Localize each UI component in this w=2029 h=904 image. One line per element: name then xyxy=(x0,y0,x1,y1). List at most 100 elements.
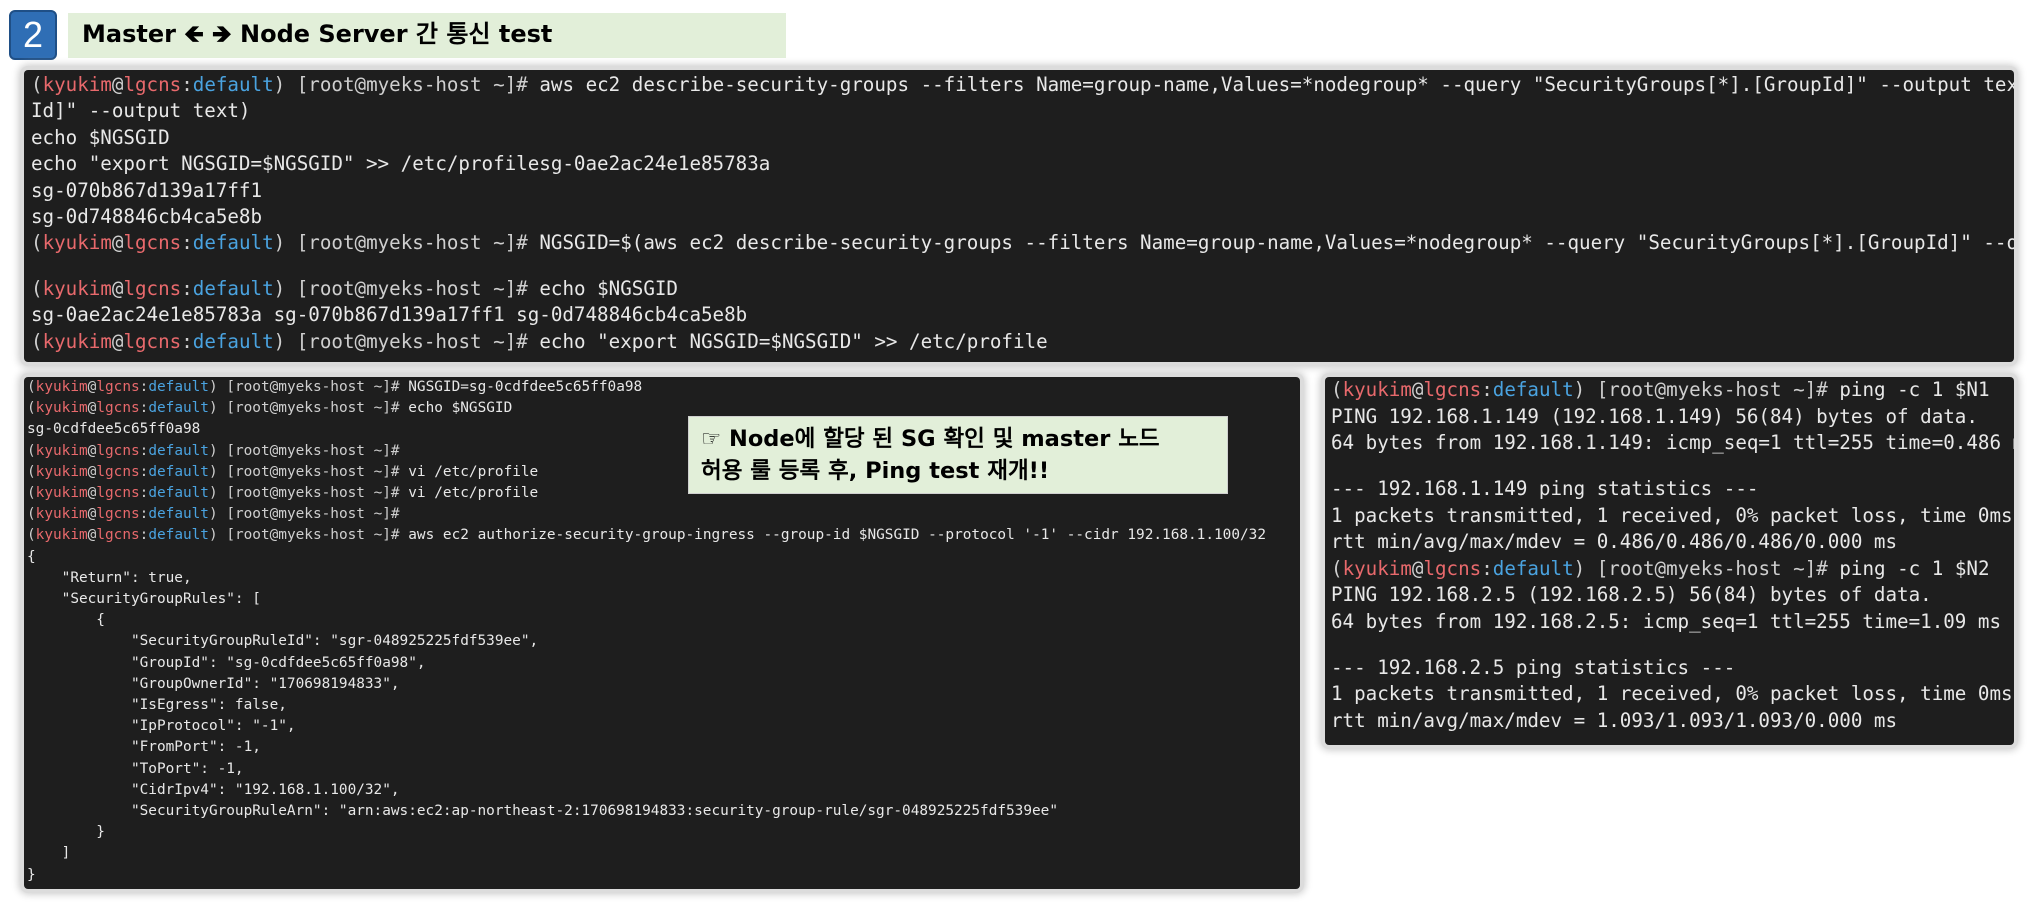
terminal-output-line: sg-0ae2ac24e1e85783a sg-070b867d139a17ff… xyxy=(31,303,748,327)
slide-title: Master 🡸 🡺 Node Server 간 통신 test xyxy=(68,13,786,58)
prompt-profile: default xyxy=(192,231,274,255)
terminal-output-line: "FromPort": -1, xyxy=(27,739,261,756)
prompt-close: ) xyxy=(273,277,286,301)
prompt-host: lgcns xyxy=(96,463,140,480)
terminal-output-line: { xyxy=(27,548,36,565)
prompt-user: kyukim xyxy=(35,527,88,544)
prompt-close: ) xyxy=(208,442,218,459)
prompt-open-paren: ( xyxy=(27,463,36,480)
prompt-user: kyukim xyxy=(42,231,112,255)
prompt-user: kyukim xyxy=(35,506,88,523)
prompt-profile: default xyxy=(1492,378,1574,401)
terminal-security-group-query[interactable]: (kyukim@lgcns:default) [root@myeks-host … xyxy=(24,70,2014,362)
callout-line-1: ☞ Node에 할당 된 SG 확인 및 master 노드 xyxy=(701,426,1160,452)
prompt-at: @ xyxy=(111,231,124,255)
prompt-shell: [root@myeks-host ~]# xyxy=(285,231,540,255)
prompt-colon: : xyxy=(181,329,193,353)
prompt-host: lgcns xyxy=(96,506,140,523)
prompt-profile: default xyxy=(148,463,209,480)
terminal-output-line: "IsEgress": false, xyxy=(27,697,287,714)
terminal-output-line xyxy=(1331,636,2014,655)
prompt-shell: [root@myeks-host ~]# xyxy=(1585,378,1840,401)
prompt-profile: default xyxy=(192,329,274,353)
prompt-open-paren: ( xyxy=(27,527,36,544)
terminal-command: echo "export NGSGID=$NGSGID" >> /etc/pro… xyxy=(539,329,1048,353)
prompt-profile: default xyxy=(192,277,274,301)
terminal-ping-test[interactable]: (kyukim@lgcns:default) [root@myeks-host … xyxy=(1325,377,2014,745)
terminal-prompt-line: (kyukim@lgcns:default) [root@myeks-host … xyxy=(31,276,2014,302)
terminal-output-line: "ToPort": -1, xyxy=(27,760,244,777)
terminal-command: NGSGID=$(aws ec2 describe-security-group… xyxy=(539,231,2014,255)
prompt-profile: default xyxy=(148,442,209,459)
prompt-close: ) xyxy=(273,73,286,96)
prompt-host: lgcns xyxy=(1423,556,1482,580)
prompt-close: ) xyxy=(273,329,286,353)
terminal-output-line: "GroupId": "sg-0cdfdee5c65ff0a98", xyxy=(27,654,426,671)
prompt-user: kyukim xyxy=(35,463,88,480)
terminal-output-line: Id]" --output text) xyxy=(31,99,251,123)
terminal-output-line: echo $NGSGID xyxy=(31,125,170,149)
terminal-output-line: 1 packets transmitted, 1 received, 0% pa… xyxy=(1331,503,2013,527)
prompt-colon: : xyxy=(1481,378,1493,401)
prompt-close: ) xyxy=(208,506,218,523)
prompt-open-paren: ( xyxy=(1331,378,1343,401)
prompt-open-paren: ( xyxy=(31,277,43,301)
prompt-shell: [root@myeks-host ~]# xyxy=(217,463,409,480)
terminal-output-line: sg-0d748846cb4ca5e8b xyxy=(31,205,263,229)
prompt-colon: : xyxy=(1481,556,1493,580)
prompt-profile: default xyxy=(148,485,209,502)
terminal-command: echo $NGSGID xyxy=(539,277,678,301)
terminal-command: vi /etc/profile xyxy=(408,485,539,502)
prompt-shell: [root@myeks-host ~]# xyxy=(285,277,540,301)
callout-line-2: 허용 룰 등록 후, Ping test 재개!! xyxy=(701,458,1050,484)
prompt-open-paren: ( xyxy=(31,329,43,353)
prompt-host: lgcns xyxy=(123,231,182,255)
prompt-host: lgcns xyxy=(123,329,182,353)
prompt-at: @ xyxy=(1411,556,1424,580)
prompt-user: kyukim xyxy=(35,400,88,417)
prompt-shell: [root@myeks-host ~]# xyxy=(217,400,409,417)
terminal-output-line: } xyxy=(27,866,36,883)
prompt-close: ) xyxy=(208,400,218,417)
prompt-open-paren: ( xyxy=(31,73,43,96)
prompt-open-paren: ( xyxy=(1331,556,1343,580)
terminal-output-line: } xyxy=(27,824,105,841)
terminal-command: ping -c 1 $N1 xyxy=(1839,378,1990,401)
prompt-open-paren: ( xyxy=(27,442,36,459)
terminal-output-line: "SecurityGroupRuleArn": "arn:aws:ec2:ap-… xyxy=(27,803,1059,820)
terminal-prompt-line: (kyukim@lgcns:default) [root@myeks-host … xyxy=(31,329,2014,355)
terminal-output-line: { xyxy=(27,612,105,629)
prompt-shell: [root@myeks-host ~]# xyxy=(217,506,409,523)
prompt-profile: default xyxy=(148,379,209,395)
terminal-output-line: "Return": true, xyxy=(27,569,192,586)
prompt-shell: [root@myeks-host ~]# xyxy=(1585,556,1840,580)
terminal-command: vi /etc/profile xyxy=(408,463,539,480)
prompt-host: lgcns xyxy=(123,73,182,96)
terminal-prompt-line: (kyukim@lgcns:default) [root@myeks-host … xyxy=(27,377,1300,398)
terminal-prompt-line: (kyukim@lgcns:default) [root@myeks-host … xyxy=(27,525,1300,546)
terminal-prompt-line: (kyukim@lgcns:default) [root@myeks-host … xyxy=(1331,377,2014,404)
terminal-prompt-line: (kyukim@lgcns:default) [root@myeks-host … xyxy=(31,230,2014,256)
prompt-user: kyukim xyxy=(42,73,112,96)
terminal-output-line: --- 192.168.1.149 ping statistics --- xyxy=(1331,476,1759,500)
prompt-host: lgcns xyxy=(96,442,140,459)
terminal-output-line: 1 packets transmitted, 1 received, 0% pa… xyxy=(1331,682,2013,706)
prompt-user: kyukim xyxy=(42,277,112,301)
terminal-output-line xyxy=(31,257,2014,276)
prompt-colon: : xyxy=(181,277,193,301)
terminal-output-line: echo "export NGSGID=$NGSGID" >> /etc/pro… xyxy=(31,152,771,176)
prompt-host: lgcns xyxy=(123,277,182,301)
prompt-open-paren: ( xyxy=(27,400,36,417)
terminal-output-line: rtt min/avg/max/mdev = 1.093/1.093/1.093… xyxy=(1331,708,1898,732)
prompt-colon: : xyxy=(181,73,193,96)
prompt-host: lgcns xyxy=(96,400,140,417)
prompt-profile: default xyxy=(1492,556,1574,580)
prompt-colon: : xyxy=(181,231,193,255)
prompt-shell: [root@myeks-host ~]# xyxy=(217,442,409,459)
prompt-shell: [root@myeks-host ~]# xyxy=(285,329,540,353)
terminal-prompt-line: (kyukim@lgcns:default) [root@myeks-host … xyxy=(31,72,2014,98)
terminal-output-line: 64 bytes from 192.168.2.5: icmp_seq=1 tt… xyxy=(1331,609,2002,633)
prompt-open-paren: ( xyxy=(31,231,43,255)
terminal-output-line: "GroupOwnerId": "170698194833", xyxy=(27,675,400,692)
terminal-output-line: "CidrIpv4": "192.168.1.100/32", xyxy=(27,781,400,798)
